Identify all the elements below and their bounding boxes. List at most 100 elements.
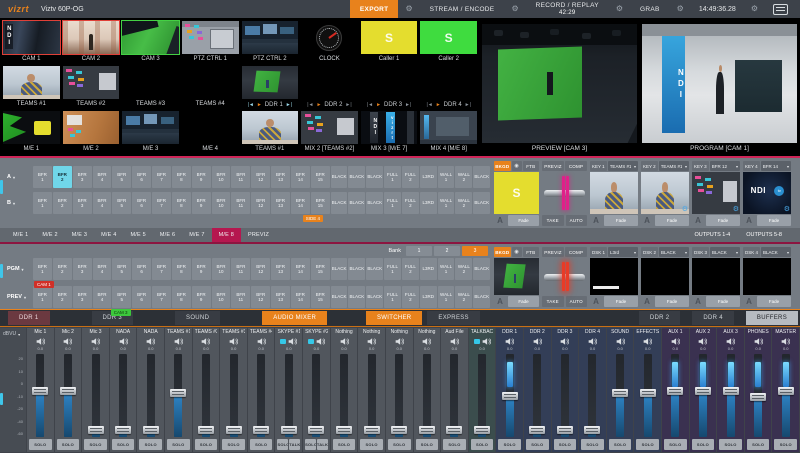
dsk3-source-select[interactable]: BLACK▾: [710, 247, 740, 257]
solo-button-phones[interactable]: SOLO: [747, 439, 770, 450]
solo-button-teams-2[interactable]: SOLO: [195, 439, 218, 450]
key2-button[interactable]: KEY 2: [641, 161, 658, 171]
dsk3-delegate-a[interactable]: A: [692, 296, 704, 307]
sw-tbar[interactable]: [542, 258, 587, 295]
speaker-icon[interactable]: [671, 338, 680, 345]
speaker-icon[interactable]: [174, 338, 183, 345]
tab-m-e-6[interactable]: M/E 6: [153, 228, 182, 242]
talk-button-skype-1[interactable]: TALK: [289, 439, 300, 450]
me-bkgd-delegate-a[interactable]: A: [494, 215, 506, 226]
src-b-10-bfr-10[interactable]: BFR10: [212, 192, 231, 214]
fader-nothing[interactable]: [416, 354, 439, 437]
key3-fade-button[interactable]: Fade: [706, 215, 740, 226]
src-pgm-23-wall-2[interactable]: WALL2: [455, 258, 472, 280]
monitor-thumb-clock[interactable]: [300, 20, 359, 55]
grab-button[interactable]: GRAB: [630, 0, 670, 18]
bus-prev-selector[interactable]: PREV ▾: [6, 286, 32, 308]
solo-button-mic-3[interactable]: SOLO: [84, 439, 107, 450]
dsk1-source-select[interactable]: L3rd▾: [608, 247, 638, 257]
monitor-thumb-ddr-1[interactable]: [241, 65, 300, 100]
src-prev-3-bfr-3[interactable]: BFR3: [73, 286, 92, 308]
call-icon[interactable]: [308, 339, 314, 344]
monitor-teams-4[interactable]: TEAMS #4: [181, 65, 240, 109]
key1-thumb[interactable]: [590, 172, 638, 214]
monitor-cam-1[interactable]: NDICAM 1: [2, 20, 61, 64]
monitor-thumb-teams-2[interactable]: [62, 65, 121, 100]
sw-bkgd-fade-button[interactable]: Fade: [508, 296, 539, 307]
src-a-7-bfr-7[interactable]: BFR7: [152, 166, 171, 188]
fader-teams-1[interactable]: [167, 354, 190, 437]
speaker-icon[interactable]: [588, 338, 597, 345]
monitor-m-e-1[interactable]: M/E 1: [2, 110, 61, 154]
key4-delegate-a[interactable]: A: [743, 215, 755, 226]
src-b-12-bfr-12[interactable]: BFR12: [251, 192, 270, 214]
src-pgm-18-black[interactable]: BLACK: [366, 258, 383, 280]
src-pgm-24-black[interactable]: BLACK: [473, 258, 490, 280]
speaker-icon[interactable]: [257, 338, 266, 345]
tab-m-e-5[interactable]: M/E 5: [124, 228, 153, 242]
next-clip-icon[interactable]: ►|: [465, 102, 471, 108]
src-b-20-full-2[interactable]: FULL2: [402, 192, 419, 214]
src-b-4-bfr-4[interactable]: BFR4: [93, 192, 112, 214]
dsk4-fade-button[interactable]: Fade: [757, 296, 791, 307]
fader-aud-file[interactable]: [443, 354, 466, 437]
src-b-21-l3rd[interactable]: L3RD: [420, 192, 437, 214]
speaker-icon[interactable]: [698, 338, 707, 345]
speaker-icon[interactable]: [560, 338, 569, 345]
solo-button-nada[interactable]: SOLO: [112, 439, 135, 450]
stream-settings-gear-icon[interactable]: ⚙: [504, 0, 525, 18]
dsk3-button[interactable]: DSK 3: [692, 247, 709, 257]
solo-button-skype-1[interactable]: SOLO: [277, 439, 288, 450]
me-previz-button[interactable]: PREVIZ: [542, 161, 564, 171]
src-pgm-12-bfr-12[interactable]: BFR12: [251, 258, 270, 280]
src-a-23-wall-2[interactable]: WALL2: [455, 166, 472, 188]
src-prev-20-full-2[interactable]: FULL2: [402, 286, 419, 308]
fader-ddr-3[interactable]: [554, 354, 577, 437]
src-prev-6-bfr-6[interactable]: BFR6: [132, 286, 151, 308]
solo-button-teams-1[interactable]: SOLO: [167, 439, 190, 450]
src-b-17-black[interactable]: BLACK: [348, 192, 365, 214]
sw-bkgd-eye-icon[interactable]: ◉: [512, 247, 522, 257]
solo-button-mic-1[interactable]: SOLO: [29, 439, 52, 450]
src-a-5-bfr-5[interactable]: BFR5: [112, 166, 131, 188]
fader-knob[interactable]: [723, 387, 739, 395]
export-button[interactable]: EXPORT: [350, 0, 399, 18]
preview-thumb[interactable]: [481, 23, 638, 144]
src-pgm-14-bfr-14[interactable]: BFR14: [291, 258, 310, 280]
speaker-icon[interactable]: [91, 338, 100, 345]
monitor-m-e-2[interactable]: M/E 2: [62, 110, 121, 154]
src-a-22-wall-1[interactable]: WALL1: [438, 166, 455, 188]
dsk2-button[interactable]: DSK 2: [641, 247, 658, 257]
src-a-8-bfr-8[interactable]: BFR8: [172, 166, 191, 188]
src-a-17-black[interactable]: BLACK: [348, 166, 365, 188]
fader-mic-2[interactable]: [57, 354, 80, 437]
sw-bkgd-delegate-a[interactable]: A: [494, 296, 506, 307]
fader-knob[interactable]: [502, 392, 518, 400]
src-a-18-black[interactable]: BLACK: [366, 166, 383, 188]
src-prev-16-black[interactable]: BLACK: [331, 286, 348, 308]
sw-bkgd-button[interactable]: BKGD: [494, 247, 511, 257]
tbar-handle[interactable]: [562, 262, 565, 292]
src-pgm-10-bfr-10[interactable]: BFR10: [212, 258, 231, 280]
bank-1-button[interactable]: 1: [406, 246, 432, 256]
monitor-thumb-m-e-2[interactable]: [62, 110, 121, 145]
monitor-thumb-teams-1[interactable]: [241, 110, 300, 145]
fader-knob[interactable]: [143, 426, 159, 434]
src-b-15-bfr-15[interactable]: BFR15: [311, 192, 330, 214]
src-b-2-bfr-2[interactable]: BFR2: [53, 192, 72, 214]
next-clip-icon[interactable]: ►|: [286, 102, 292, 108]
dsk3-fade-button[interactable]: Fade: [706, 296, 740, 307]
dsk3-thumb[interactable]: [692, 258, 740, 295]
fader-skype-2[interactable]: [305, 354, 328, 437]
fader-aux-3[interactable]: [719, 354, 742, 437]
fader-knob[interactable]: [778, 387, 794, 395]
play-icon[interactable]: ►: [257, 102, 262, 108]
fader-aux-2[interactable]: [692, 354, 715, 437]
monitor-thumb-m-e-1[interactable]: [2, 110, 61, 145]
src-pgm-3-bfr-3[interactable]: BFR3: [73, 258, 92, 280]
src-b-22-wall-1[interactable]: WALL1: [438, 192, 455, 214]
solo-button-sound[interactable]: SOLO: [609, 439, 632, 450]
fader-sound[interactable]: [609, 354, 632, 437]
speaker-icon[interactable]: [726, 338, 735, 345]
key2-gear-icon[interactable]: ⚙: [682, 206, 688, 213]
